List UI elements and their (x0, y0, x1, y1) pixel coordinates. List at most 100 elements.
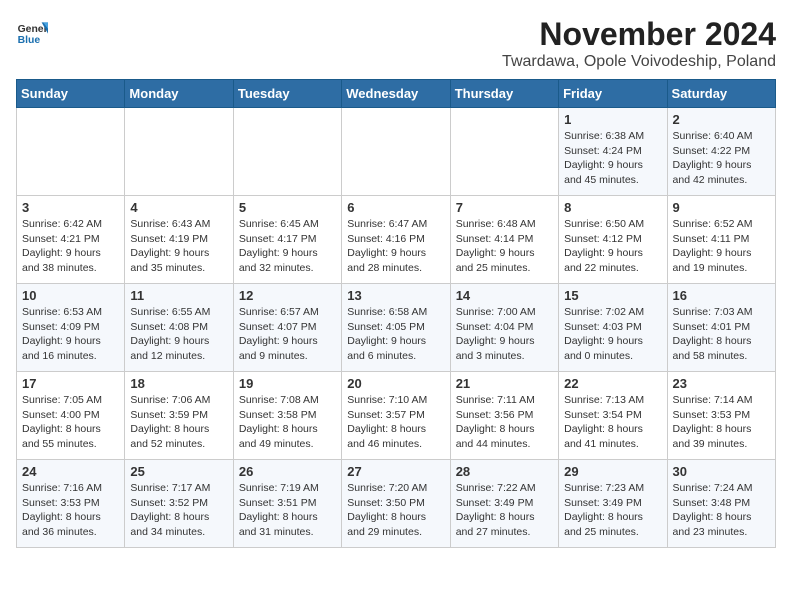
title-area: November 2024 Twardawa, Opole Voivodeshi… (502, 16, 776, 71)
calendar-cell (450, 108, 558, 196)
calendar-week-2: 3 Sunrise: 6:42 AM Sunset: 4:21 PM Daylig… (17, 196, 776, 284)
calendar-cell: 30 Sunrise: 7:24 AM Sunset: 3:48 PM Dayli… (667, 460, 775, 548)
calendar-cell: 28 Sunrise: 7:22 AM Sunset: 3:49 PM Dayli… (450, 460, 558, 548)
calendar-cell: 3 Sunrise: 6:42 AM Sunset: 4:21 PM Daylig… (17, 196, 125, 284)
day-number: 14 (456, 288, 553, 303)
calendar-cell: 21 Sunrise: 7:11 AM Sunset: 3:56 PM Dayli… (450, 372, 558, 460)
header-row: Sunday Monday Tuesday Wednesday Thursday… (17, 80, 776, 108)
day-number: 12 (239, 288, 336, 303)
day-detail: Sunrise: 6:57 AM Sunset: 4:07 PM Dayligh… (239, 305, 336, 364)
calendar-cell: 27Sunrise: 7:20 AM Sunset: 3:50 PM Dayli… (342, 460, 450, 548)
day-detail: Sunrise: 6:50 AM Sunset: 4:12 PM Dayligh… (564, 217, 661, 276)
day-number: 20 (347, 376, 444, 391)
day-detail: Sunrise: 7:19 AM Sunset: 3:51 PM Dayligh… (239, 481, 336, 540)
day-number: 5 (239, 200, 336, 215)
logo: General Blue (16, 16, 48, 48)
day-detail: Sunrise: 6:42 AM Sunset: 4:21 PM Dayligh… (22, 217, 119, 276)
day-number: 4 (130, 200, 227, 215)
calendar-cell: 8 Sunrise: 6:50 AM Sunset: 4:12 PM Daylig… (559, 196, 667, 284)
day-number: 19 (239, 376, 336, 391)
day-detail: Sunrise: 7:03 AM Sunset: 4:01 PM Dayligh… (673, 305, 770, 364)
calendar-cell: 13 Sunrise: 6:58 AM Sunset: 4:05 PM Dayli… (342, 284, 450, 372)
calendar-cell: 19 Sunrise: 7:08 AM Sunset: 3:58 PM Dayli… (233, 372, 341, 460)
svg-text:General: General (18, 24, 48, 35)
day-detail: Sunrise: 6:53 AM Sunset: 4:09 PM Dayligh… (22, 305, 119, 364)
day-number: 17 (22, 376, 119, 391)
day-detail: Sunrise: 7:11 AM Sunset: 3:56 PM Dayligh… (456, 393, 553, 452)
day-detail: Sunrise: 7:14 AM Sunset: 3:53 PM Dayligh… (673, 393, 770, 452)
calendar-cell: 14 Sunrise: 7:00 AM Sunset: 4:04 PM Dayli… (450, 284, 558, 372)
day-number: 3 (22, 200, 119, 215)
page-header: General Blue November 2024 Twardawa, Opo… (16, 16, 776, 71)
day-number: 13 (347, 288, 444, 303)
calendar-cell: 26Sunrise: 7:19 AM Sunset: 3:51 PM Dayli… (233, 460, 341, 548)
day-number: 6 (347, 200, 444, 215)
calendar-cell (125, 108, 233, 196)
day-detail: Sunrise: 6:48 AM Sunset: 4:14 PM Dayligh… (456, 217, 553, 276)
header-monday: Monday (125, 80, 233, 108)
calendar-cell: 25 Sunrise: 7:17 AM Sunset: 3:52 PM Dayli… (125, 460, 233, 548)
calendar-cell: 9 Sunrise: 6:52 AM Sunset: 4:11 PM Daylig… (667, 196, 775, 284)
header-saturday: Saturday (667, 80, 775, 108)
calendar-week-5: 24Sunrise: 7:16 AM Sunset: 3:53 PM Dayli… (17, 460, 776, 548)
calendar-table: Sunday Monday Tuesday Wednesday Thursday… (16, 79, 776, 548)
day-detail: Sunrise: 7:24 AM Sunset: 3:48 PM Dayligh… (673, 481, 770, 540)
calendar-cell: 22 Sunrise: 7:13 AM Sunset: 3:54 PM Dayli… (559, 372, 667, 460)
header-thursday: Thursday (450, 80, 558, 108)
day-number: 10 (22, 288, 119, 303)
day-detail: Sunrise: 7:08 AM Sunset: 3:58 PM Dayligh… (239, 393, 336, 452)
page-subtitle: Twardawa, Opole Voivodeship, Poland (502, 53, 776, 71)
header-friday: Friday (559, 80, 667, 108)
day-number: 16 (673, 288, 770, 303)
day-detail: Sunrise: 7:10 AM Sunset: 3:57 PM Dayligh… (347, 393, 444, 452)
day-detail: Sunrise: 6:58 AM Sunset: 4:05 PM Dayligh… (347, 305, 444, 364)
day-detail: Sunrise: 7:02 AM Sunset: 4:03 PM Dayligh… (564, 305, 661, 364)
day-detail: Sunrise: 7:13 AM Sunset: 3:54 PM Dayligh… (564, 393, 661, 452)
day-detail: Sunrise: 7:16 AM Sunset: 3:53 PM Dayligh… (22, 481, 119, 540)
day-number: 9 (673, 200, 770, 215)
calendar-cell: 11 Sunrise: 6:55 AM Sunset: 4:08 PM Dayli… (125, 284, 233, 372)
day-number: 23 (673, 376, 770, 391)
calendar-cell: 12 Sunrise: 6:57 AM Sunset: 4:07 PM Dayli… (233, 284, 341, 372)
page-title: November 2024 (502, 16, 776, 53)
calendar-cell (233, 108, 341, 196)
day-detail: Sunrise: 7:20 AM Sunset: 3:50 PM Dayligh… (347, 481, 444, 540)
calendar-cell: 24Sunrise: 7:16 AM Sunset: 3:53 PM Dayli… (17, 460, 125, 548)
day-detail: Sunrise: 6:45 AM Sunset: 4:17 PM Dayligh… (239, 217, 336, 276)
day-number: 15 (564, 288, 661, 303)
day-detail: Sunrise: 7:00 AM Sunset: 4:04 PM Dayligh… (456, 305, 553, 364)
header-tuesday: Tuesday (233, 80, 341, 108)
day-detail: Sunrise: 7:06 AM Sunset: 3:59 PM Dayligh… (130, 393, 227, 452)
day-number: 8 (564, 200, 661, 215)
calendar-cell: 1Sunrise: 6:38 AM Sunset: 4:24 PM Daylig… (559, 108, 667, 196)
day-number: 18 (130, 376, 227, 391)
header-sunday: Sunday (17, 80, 125, 108)
calendar-cell: 7Sunrise: 6:48 AM Sunset: 4:14 PM Daylig… (450, 196, 558, 284)
day-number: 29 (564, 464, 661, 479)
calendar-body: 1Sunrise: 6:38 AM Sunset: 4:24 PM Daylig… (17, 108, 776, 548)
calendar-header: Sunday Monday Tuesday Wednesday Thursday… (17, 80, 776, 108)
calendar-cell: 20 Sunrise: 7:10 AM Sunset: 3:57 PM Dayli… (342, 372, 450, 460)
day-detail: Sunrise: 7:17 AM Sunset: 3:52 PM Dayligh… (130, 481, 227, 540)
day-number: 21 (456, 376, 553, 391)
day-number: 22 (564, 376, 661, 391)
day-number: 25 (130, 464, 227, 479)
header-wednesday: Wednesday (342, 80, 450, 108)
calendar-cell: 18 Sunrise: 7:06 AM Sunset: 3:59 PM Dayli… (125, 372, 233, 460)
calendar-cell: 17Sunrise: 7:05 AM Sunset: 4:00 PM Dayli… (17, 372, 125, 460)
day-detail: Sunrise: 6:47 AM Sunset: 4:16 PM Dayligh… (347, 217, 444, 276)
day-detail: Sunrise: 6:55 AM Sunset: 4:08 PM Dayligh… (130, 305, 227, 364)
calendar-cell: 4Sunrise: 6:43 AM Sunset: 4:19 PM Daylig… (125, 196, 233, 284)
day-detail: Sunrise: 7:23 AM Sunset: 3:49 PM Dayligh… (564, 481, 661, 540)
day-detail: Sunrise: 6:52 AM Sunset: 4:11 PM Dayligh… (673, 217, 770, 276)
calendar-cell: 6 Sunrise: 6:47 AM Sunset: 4:16 PM Daylig… (342, 196, 450, 284)
calendar-cell: 5 Sunrise: 6:45 AM Sunset: 4:17 PM Daylig… (233, 196, 341, 284)
day-detail: Sunrise: 7:22 AM Sunset: 3:49 PM Dayligh… (456, 481, 553, 540)
day-number: 30 (673, 464, 770, 479)
calendar-week-3: 10 Sunrise: 6:53 AM Sunset: 4:09 PM Dayli… (17, 284, 776, 372)
day-number: 28 (456, 464, 553, 479)
calendar-cell (17, 108, 125, 196)
day-number: 11 (130, 288, 227, 303)
calendar-cell: 23 Sunrise: 7:14 AM Sunset: 3:53 PM Dayli… (667, 372, 775, 460)
calendar-week-1: 1Sunrise: 6:38 AM Sunset: 4:24 PM Daylig… (17, 108, 776, 196)
